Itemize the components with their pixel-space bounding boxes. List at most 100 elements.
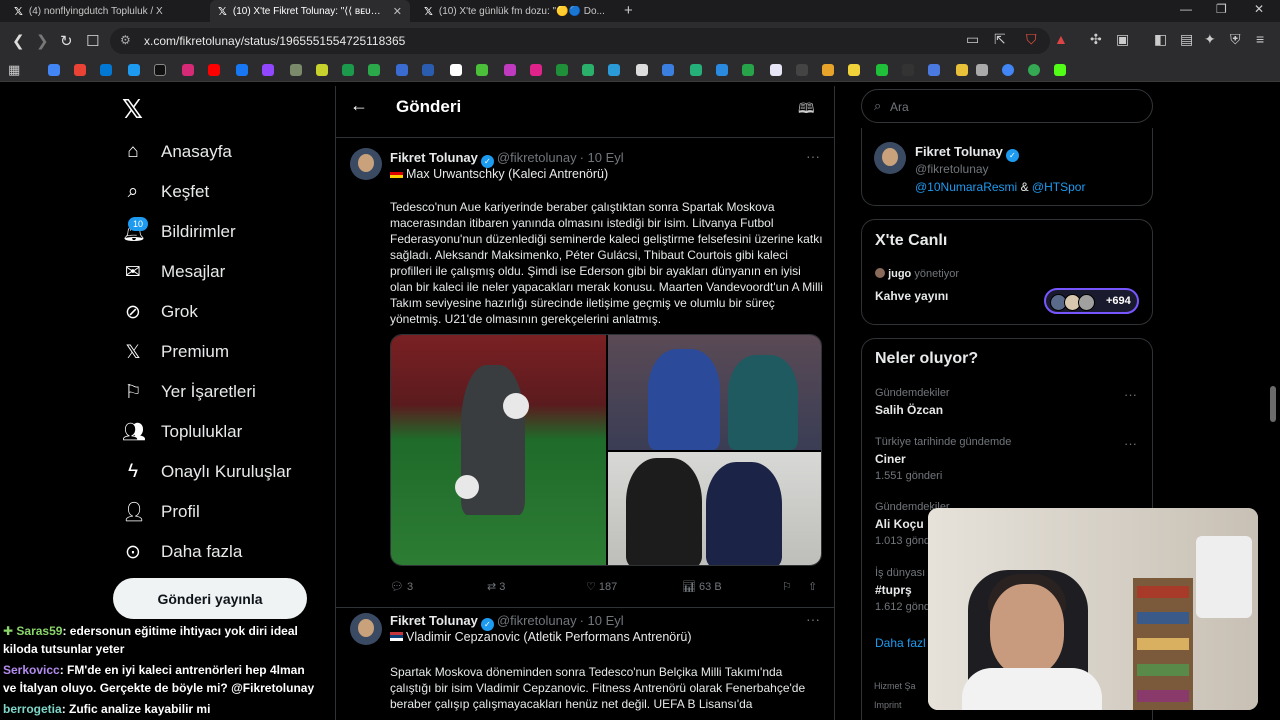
post-1[interactable]: Fikret Tolunay ✓ @fikretolunay · 10 Eyl ···… — [336, 138, 834, 608]
screenshot-icon[interactable]: ▣ — [1116, 31, 1129, 48]
footer-link[interactable]: Hizmet Şa — [874, 681, 916, 691]
reload-icon[interactable]: ↻ — [60, 32, 73, 50]
bookmark-icon[interactable] — [822, 64, 834, 76]
more-icon[interactable]: ··· — [806, 148, 820, 164]
bookmark-icon[interactable] — [450, 64, 462, 76]
google-bookmark-icon[interactable] — [48, 64, 60, 76]
post-media[interactable] — [390, 334, 822, 566]
more-icon[interactable]: ··· — [806, 611, 820, 627]
bookmark-icon[interactable] — [636, 64, 648, 76]
photo-meeting[interactable] — [608, 452, 821, 565]
kick-bookmark-icon[interactable] — [1054, 64, 1066, 76]
bookmark-button[interactable]: ⚐ — [782, 580, 792, 593]
tab-1[interactable]: 𝕏 (4) nonflyingdutch Topluluk / X — [6, 0, 206, 22]
brave-shield-icon[interactable]: ⛉ — [1026, 31, 1037, 48]
repost-button[interactable]: ⇄ 3 — [487, 580, 505, 593]
reader-icon[interactable]: 🕮 — [798, 98, 815, 122]
maximize-icon[interactable]: ❐ — [1216, 2, 1227, 16]
address-bar[interactable]: ⚙ x.com/fikretolunay/status/196555155472… — [110, 28, 1050, 54]
bookmark-icon[interactable] — [342, 64, 354, 76]
bookmark-icon[interactable] — [582, 64, 594, 76]
photo-goalkeeper[interactable] — [391, 335, 606, 565]
sidebar-item-profile[interactable]: 👤︎ Profil — [122, 497, 200, 527]
bookmark-icon[interactable] — [662, 64, 674, 76]
x-bookmark-icon[interactable] — [154, 64, 166, 76]
new-tab-button[interactable]: + — [624, 2, 633, 19]
close-icon[interactable]: ✕ — [393, 5, 402, 18]
instagram-bookmark-icon[interactable] — [182, 64, 194, 76]
google-bookmark-icon[interactable] — [1028, 64, 1040, 76]
show-more-link[interactable]: Daha fazl — [875, 636, 926, 650]
cast-icon[interactable]: ▭ — [966, 31, 979, 48]
like-button[interactable]: ♡ 187 — [586, 580, 617, 593]
bookmark-icon[interactable] — [928, 64, 940, 76]
twitter-bookmark-icon[interactable] — [128, 64, 140, 76]
bookmark-icon[interactable] — [796, 64, 808, 76]
mention-link[interactable]: @10NumaraResmi — [915, 180, 1017, 194]
photo-staff[interactable] — [608, 335, 821, 450]
bookmark-icon[interactable] — [530, 64, 542, 76]
sidebar-item-verified-orgs[interactable]: ϟ Onaylı Kuruluşlar — [122, 457, 291, 487]
google-bookmark-icon[interactable] — [1002, 64, 1014, 76]
share-icon[interactable]: ⇱ — [994, 31, 1006, 48]
bookmark-icon[interactable] — [876, 64, 888, 76]
bookmark-icon[interactable] — [316, 64, 328, 76]
listeners-chip[interactable]: +694 — [1044, 288, 1139, 314]
tab-3[interactable]: 𝕏 (10) X'te günlük fm dozu: "🟡🔵 Do... — [416, 0, 616, 22]
back-arrow-icon[interactable]: ← — [350, 95, 368, 116]
x-logo-icon[interactable]: 𝕏 — [122, 94, 143, 125]
sidebar-item-more[interactable]: ⊙ Daha fazla — [122, 537, 242, 567]
post-2[interactable]: Fikret Tolunay ✓ @fikretolunay · 10 Eyl ···… — [336, 609, 834, 720]
sidebar-item-premium[interactable]: 𝕏 Premium — [122, 337, 229, 367]
forward-icon[interactable]: ❯ — [36, 32, 49, 50]
menu-icon[interactable]: ≡ — [1256, 31, 1264, 47]
back-icon[interactable]: ❮ — [12, 32, 25, 50]
bookmark-icon[interactable] — [608, 64, 620, 76]
bookmark-page-icon[interactable]: ☐ — [86, 32, 99, 50]
more-icon[interactable]: ··· — [1124, 436, 1137, 451]
avatar[interactable] — [874, 142, 906, 174]
scrollbar[interactable] — [1270, 386, 1276, 422]
footer-link[interactable]: Imprint — [874, 700, 902, 710]
reply-button[interactable]: 💬︎ 3 — [390, 580, 413, 593]
bookmark-icon[interactable] — [368, 64, 380, 76]
sidebar-item-home[interactable]: ⌂ Anasayfa — [122, 137, 232, 167]
live-space-title[interactable]: Kahve yayını — [875, 289, 948, 303]
extensions-icon[interactable]: ✣ — [1090, 31, 1102, 48]
bookmark-icon[interactable] — [504, 64, 516, 76]
post-button[interactable]: Gönderi yayınla — [113, 578, 307, 619]
profile-card[interactable]: Fikret Tolunay ✓ @fikretolunay @10NumaraR… — [861, 128, 1153, 206]
bookmark-icon[interactable] — [770, 64, 782, 76]
rewards-icon[interactable]: ▲ — [1054, 31, 1068, 47]
bookmark-icon[interactable] — [476, 64, 488, 76]
youtube-bookmark-icon[interactable] — [208, 64, 220, 76]
link-icon[interactable] — [976, 64, 988, 76]
sidebar-item-explore[interactable]: ⌕ Keşfet — [122, 177, 210, 207]
bookmark-icon[interactable] — [848, 64, 860, 76]
tab-2[interactable]: 𝕏 (10) X'te Fikret Tolunay: "⟨⟨ ʙᴇᴜUr… ✕ — [210, 0, 410, 22]
bookmark-icon[interactable] — [396, 64, 408, 76]
bookmark-icon[interactable] — [290, 64, 302, 76]
leo-icon[interactable]: ✦ — [1204, 31, 1216, 48]
avatar[interactable] — [350, 148, 382, 180]
sidebar-icon[interactable]: ◧ — [1154, 31, 1167, 48]
search-box[interactable]: ⌕ Ara — [861, 89, 1153, 123]
more-icon[interactable]: ··· — [1124, 387, 1137, 402]
sidebar-item-messages[interactable]: ✉ Mesajlar — [122, 257, 225, 287]
apps-grid-icon[interactable]: ▦ — [8, 62, 20, 78]
wallet-icon[interactable]: ▤ — [1180, 31, 1193, 48]
bookmark-icon[interactable] — [556, 64, 568, 76]
sidebar-item-grok[interactable]: ⊘ Grok — [122, 297, 198, 327]
site-settings-icon[interactable]: ⚙ — [120, 33, 131, 47]
vpn-icon[interactable]: ⛨ — [1230, 31, 1241, 48]
facebook-bookmark-icon[interactable] — [236, 64, 248, 76]
close-window-icon[interactable]: ✕ — [1254, 2, 1264, 16]
outlook-bookmark-icon[interactable] — [100, 64, 112, 76]
twitch-bookmark-icon[interactable] — [262, 64, 274, 76]
avatar[interactable] — [350, 613, 382, 645]
profile-name-row[interactable]: Fikret Tolunay ✓ — [915, 144, 1019, 162]
mention-link[interactable]: @HTSpor — [1032, 180, 1086, 194]
bookmark-icon[interactable] — [902, 64, 914, 76]
sidebar-item-bookmarks[interactable]: ⚐ Yer İşaretleri — [122, 377, 255, 407]
bookmark-icon[interactable] — [716, 64, 728, 76]
